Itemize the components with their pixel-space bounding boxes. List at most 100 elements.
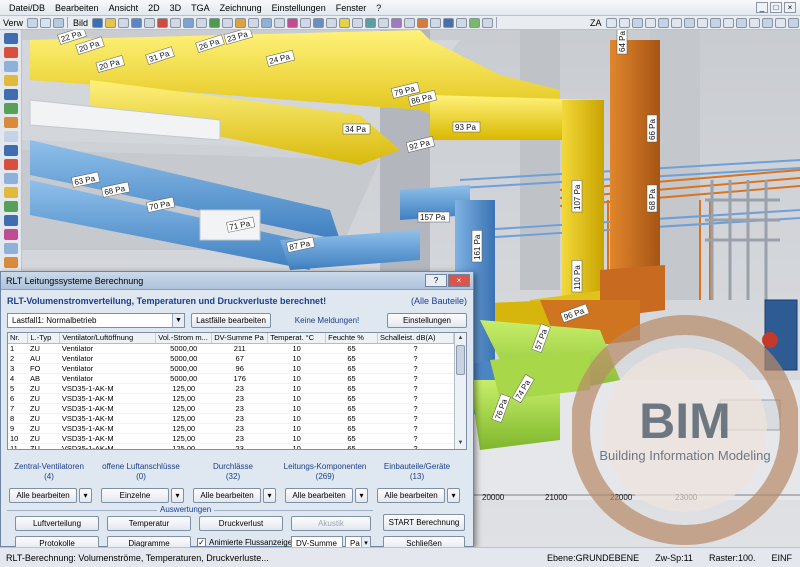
tool-icon[interactable] (735, 17, 747, 28)
tool-icon[interactable] (170, 17, 182, 28)
tool-icon[interactable] (644, 17, 656, 28)
menu-item-3d[interactable]: 3D (165, 0, 187, 16)
table-row[interactable]: 11 ZU VSD35-1-AK-M 125,00 23 10 65? (8, 443, 454, 449)
tool-icon[interactable] (4, 131, 18, 142)
lastfaelle-bearbeiten-button[interactable]: Lastfälle bearbeiten (191, 312, 271, 328)
table-row[interactable]: 2 AU Ventilator 5000,00 67 10 65? (8, 353, 454, 364)
start-berechnung-button[interactable]: START Berechnung (383, 514, 465, 531)
tool-icon[interactable] (4, 103, 18, 114)
tool-icon[interactable] (417, 17, 429, 28)
animierte-flussanzeige-checkbox[interactable]: ✓ (197, 538, 206, 547)
tool-icon[interactable] (4, 145, 18, 156)
akustik-button[interactable]: Akustik (291, 516, 371, 531)
tool-icon[interactable] (118, 17, 130, 28)
maximize-button[interactable]: □ (770, 2, 782, 13)
tool-icon[interactable] (261, 17, 273, 28)
menu-item-ansicht[interactable]: Ansicht (104, 0, 144, 16)
tool-icon[interactable] (774, 17, 786, 28)
tool-icon[interactable] (722, 17, 734, 28)
tool-icon[interactable] (631, 17, 643, 28)
column-header[interactable]: Schalleist. dB(A) (377, 333, 454, 344)
tool-icon[interactable] (4, 33, 18, 44)
einbauteile-dropdown[interactable]: ▾ (447, 488, 460, 503)
tool-icon[interactable] (4, 257, 18, 268)
tool-icon[interactable] (787, 17, 799, 28)
tool-icon[interactable] (4, 173, 18, 184)
table-row[interactable]: 7 ZU VSD35-1-AK-M 125,00 23 10 65? (8, 403, 454, 414)
tool-icon[interactable] (4, 215, 18, 226)
tool-icon[interactable] (391, 17, 403, 28)
tool-icon[interactable] (4, 117, 18, 128)
einstellungen-button[interactable]: Einstellungen (387, 312, 467, 328)
luftverteilung-button[interactable]: Luftverteilung (15, 516, 99, 531)
table-scrollbar[interactable]: ▲ ▼ (454, 333, 466, 449)
column-header[interactable]: Feuchte % (325, 333, 379, 344)
tool-icon[interactable] (748, 17, 760, 28)
dialog-close-button[interactable]: × (448, 274, 470, 287)
durchlaesse-bearbeiten-button[interactable]: Alle bearbeiten (193, 488, 261, 503)
menu-item-zeichnung[interactable]: Zeichnung (215, 0, 267, 16)
tool-icon[interactable] (709, 17, 721, 28)
tool-icon[interactable] (696, 17, 708, 28)
tool-icon[interactable] (183, 17, 195, 28)
column-header[interactable]: Vol.-Strom m... (155, 333, 213, 344)
tool-icon[interactable] (4, 75, 18, 86)
einbauteile-bearbeiten-button[interactable]: Alle bearbeiten (377, 488, 445, 503)
tool-icon[interactable] (761, 17, 773, 28)
temperatur-button[interactable]: Temperatur (107, 516, 191, 531)
tool-icon[interactable] (287, 17, 299, 28)
column-header[interactable]: Temperat. °C (267, 333, 327, 344)
tool-icon[interactable] (300, 17, 312, 28)
table-row[interactable]: 9 ZU VSD35-1-AK-M 125,00 23 10 65? (8, 423, 454, 434)
minimize-button[interactable]: _ (756, 2, 768, 13)
menu-item-datei[interactable]: Datei/DB (4, 0, 50, 16)
tool-icon[interactable] (4, 229, 18, 240)
tool-icon[interactable] (365, 17, 377, 28)
tool-icon[interactable] (443, 17, 455, 28)
table-row[interactable]: 1 ZU Ventilator 5000,00 211 10 65? (8, 343, 454, 354)
tool-icon[interactable] (326, 17, 338, 28)
luftanschluesse-dropdown[interactable]: ▾ (171, 488, 184, 503)
tool-icon[interactable] (222, 17, 234, 28)
tool-icon[interactable] (4, 201, 18, 212)
tool-icon[interactable] (4, 187, 18, 198)
column-header[interactable]: DV-Summe Pa (211, 333, 269, 344)
tool-icon[interactable] (40, 17, 52, 28)
tool-icon[interactable] (4, 61, 18, 72)
komponenten-bearbeiten-button[interactable]: Alle bearbeiten (285, 488, 353, 503)
column-header[interactable]: L.-Typ (27, 333, 61, 344)
tool-icon[interactable] (430, 17, 442, 28)
tool-icon[interactable] (248, 17, 260, 28)
druckverlust-button[interactable]: Druckverlust (199, 516, 283, 531)
tool-icon[interactable] (4, 47, 18, 58)
tool-icon[interactable] (469, 17, 481, 28)
scroll-up-icon[interactable]: ▲ (455, 333, 466, 344)
tool-icon[interactable] (605, 17, 617, 28)
tool-icon[interactable] (618, 17, 630, 28)
table-row[interactable]: 3 FO Ventilator 5000,00 96 10 65? (8, 363, 454, 374)
table-row[interactable]: 8 ZU VSD35-1-AK-M 125,00 23 10 65? (8, 413, 454, 424)
tool-icon[interactable] (235, 17, 247, 28)
ventilatoren-bearbeiten-button[interactable]: Alle bearbeiten (9, 488, 77, 503)
tool-icon[interactable] (404, 17, 416, 28)
komponenten-dropdown[interactable]: ▾ (355, 488, 368, 503)
tool-icon[interactable] (53, 17, 65, 28)
tool-icon[interactable] (657, 17, 669, 28)
tool-icon[interactable] (105, 17, 117, 28)
tool-icon[interactable] (144, 17, 156, 28)
dialog-help-button[interactable]: ? (425, 274, 447, 287)
scroll-thumb[interactable] (456, 345, 465, 375)
info-icon[interactable] (92, 17, 104, 28)
tool-icon[interactable] (482, 17, 494, 28)
tool-icon[interactable] (209, 17, 221, 28)
table-row[interactable]: 4 AB Ventilator 5000,00 176 10 65? (8, 373, 454, 384)
menu-item-help[interactable]: ? (371, 0, 386, 16)
column-header[interactable]: Nr. (8, 333, 29, 344)
tool-icon[interactable] (4, 159, 18, 170)
tool-icon[interactable] (196, 17, 208, 28)
tool-icon[interactable] (274, 17, 286, 28)
tool-icon[interactable] (456, 17, 468, 28)
column-header[interactable]: Ventilator/Luftöffnung (59, 333, 157, 344)
close-button[interactable]: × (784, 2, 796, 13)
tool-icon[interactable] (378, 17, 390, 28)
